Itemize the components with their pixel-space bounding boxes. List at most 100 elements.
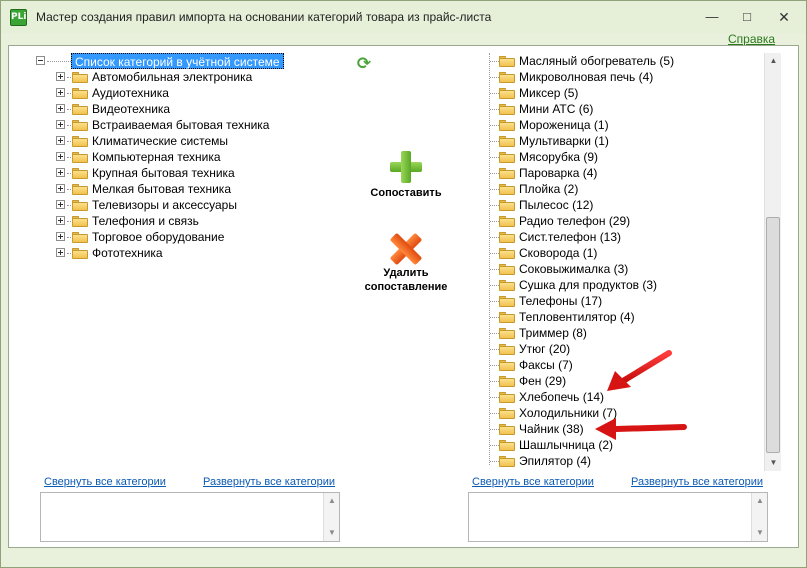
tree-item[interactable]: Тепловентилятор (4)	[489, 309, 759, 325]
right-info-textarea[interactable]: ▲ ▼	[468, 492, 768, 542]
tree-item[interactable]: Климатические системы	[56, 133, 336, 149]
maximize-button[interactable]: □	[736, 9, 758, 25]
expand-toggle-icon[interactable]	[56, 152, 65, 161]
scroll-down-arrow-icon[interactable]: ▼	[324, 525, 340, 541]
tree-item[interactable]: Мини АТС (6)	[489, 101, 759, 117]
tree-item[interactable]: Микроволновая печь (4)	[489, 69, 759, 85]
tree-item[interactable]: Радио телефон (29)	[489, 213, 759, 229]
tree-item[interactable]: Мороженица (1)	[489, 117, 759, 133]
plus-icon[interactable]	[390, 151, 422, 183]
expand-toggle-icon[interactable]	[56, 88, 65, 97]
tree-item[interactable]: Аудиотехника	[56, 85, 336, 101]
folder-icon	[499, 56, 515, 67]
collapse-toggle-icon[interactable]	[36, 56, 45, 65]
tree-connector	[67, 93, 71, 94]
delete-match-button-line2[interactable]: сопоставление	[346, 280, 466, 294]
tree-item[interactable]: Крупная бытовая техника	[56, 165, 336, 181]
close-button[interactable]: ✕	[773, 9, 795, 25]
scroll-down-arrow-icon[interactable]: ▼	[765, 455, 782, 471]
tree-item[interactable]: Пароварка (4)	[489, 165, 759, 181]
folder-icon	[72, 216, 88, 227]
folder-icon	[499, 168, 515, 179]
tree-item[interactable]: Плойка (2)	[489, 181, 759, 197]
folder-icon	[72, 88, 88, 99]
tree-item[interactable]: Триммер (8)	[489, 325, 759, 341]
scroll-down-arrow-icon[interactable]: ▼	[752, 525, 768, 541]
folder-icon	[72, 152, 88, 163]
expand-toggle-icon[interactable]	[56, 104, 65, 113]
expand-toggle-icon[interactable]	[56, 136, 65, 145]
left-collapse-all-link[interactable]: Свернуть все категории	[44, 476, 166, 488]
tree-item-label: Триммер (8)	[519, 326, 587, 340]
tree-connector	[67, 141, 71, 142]
tree-item[interactable]: Сковорода (1)	[489, 245, 759, 261]
delete-match-button-line1[interactable]: Удалить	[346, 266, 466, 280]
refresh-icon[interactable]: ⟳	[355, 55, 373, 73]
folder-icon	[499, 88, 515, 99]
scroll-up-arrow-icon[interactable]: ▲	[752, 493, 768, 509]
expand-toggle-icon[interactable]	[56, 216, 65, 225]
folder-icon	[72, 136, 88, 147]
scroll-up-arrow-icon[interactable]: ▲	[765, 53, 782, 69]
tree-item[interactable]: Эпилятор (4)	[489, 453, 759, 469]
tree-root-label[interactable]: Список категорий в учётной системе	[71, 53, 284, 69]
tree-item[interactable]: Телефоны (17)	[489, 293, 759, 309]
left-info-textarea[interactable]: ▲ ▼	[40, 492, 340, 542]
tree-item[interactable]: Миксер (5)	[489, 85, 759, 101]
scroll-up-arrow-icon[interactable]: ▲	[324, 493, 340, 509]
tree-item[interactable]: Автомобильная электроника	[56, 69, 336, 85]
tree-item-label: Плойка (2)	[519, 182, 579, 196]
expand-toggle-icon[interactable]	[56, 120, 65, 129]
tree-root-row	[36, 53, 76, 69]
folder-icon	[499, 280, 515, 291]
tree-connector	[490, 381, 499, 382]
tree-item[interactable]: Телевизоры и аксессуары	[56, 197, 336, 213]
memo-scrollbar[interactable]: ▲ ▼	[323, 493, 339, 541]
right-collapse-all-link[interactable]: Свернуть все категории	[472, 476, 594, 488]
expand-toggle-icon[interactable]	[56, 184, 65, 193]
expand-toggle-icon[interactable]	[56, 232, 65, 241]
tree-item[interactable]: Мелкая бытовая техника	[56, 181, 336, 197]
right-expand-all-link[interactable]: Развернуть все категории	[631, 476, 763, 488]
tree-item-label: Фототехника	[92, 246, 163, 260]
tree-item[interactable]: Масляный обогреватель (5)	[489, 53, 759, 69]
tree-item[interactable]: Видеотехника	[56, 101, 336, 117]
expand-toggle-icon[interactable]	[56, 248, 65, 257]
match-button[interactable]: Сопоставить	[346, 186, 466, 200]
right-tree-scrollbar[interactable]: ▲ ▼	[764, 53, 781, 471]
tree-item[interactable]: Встраиваемая бытовая техника	[56, 117, 336, 133]
tree-item-label: Тепловентилятор (4)	[519, 310, 635, 324]
tree-item[interactable]: Фототехника	[56, 245, 336, 261]
scroll-thumb[interactable]	[766, 217, 780, 453]
tree-item[interactable]: Мультиварки (1)	[489, 133, 759, 149]
expand-toggle-icon[interactable]	[56, 200, 65, 209]
minimize-button[interactable]: —	[701, 9, 723, 25]
tree-connector	[67, 237, 71, 238]
expand-toggle-icon[interactable]	[56, 168, 65, 177]
tree-item[interactable]: Соковыжималка (3)	[489, 261, 759, 277]
tree-item[interactable]: Сист.телефон (13)	[489, 229, 759, 245]
tree-connector	[67, 253, 71, 254]
tree-item[interactable]: Торговое оборудование	[56, 229, 336, 245]
tree-item[interactable]: Мясорубка (9)	[489, 149, 759, 165]
tree-connector	[490, 461, 499, 462]
left-expand-all-link[interactable]: Развернуть все категории	[203, 476, 335, 488]
tree-item-label: Сист.телефон (13)	[519, 230, 622, 244]
memo-scrollbar[interactable]: ▲ ▼	[751, 493, 767, 541]
tree-connector	[67, 109, 71, 110]
folder-icon	[72, 232, 88, 243]
tree-item-label: Пылесос (12)	[519, 198, 594, 212]
tree-item-label: Факсы (7)	[519, 358, 573, 372]
folder-icon	[499, 248, 515, 259]
folder-icon	[499, 456, 515, 467]
tree-item[interactable]: Телефония и связь	[56, 213, 336, 229]
help-link[interactable]: Справка	[728, 32, 775, 46]
tree-connector	[490, 77, 499, 78]
expand-toggle-icon[interactable]	[56, 72, 65, 81]
folder-icon	[72, 72, 88, 83]
tree-item-label: Торговое оборудование	[92, 230, 225, 244]
tree-item[interactable]: Сушка для продуктов (3)	[489, 277, 759, 293]
tree-item[interactable]: Пылесос (12)	[489, 197, 759, 213]
tree-item[interactable]: Компьютерная техника	[56, 149, 336, 165]
delete-x-icon[interactable]	[389, 232, 423, 266]
